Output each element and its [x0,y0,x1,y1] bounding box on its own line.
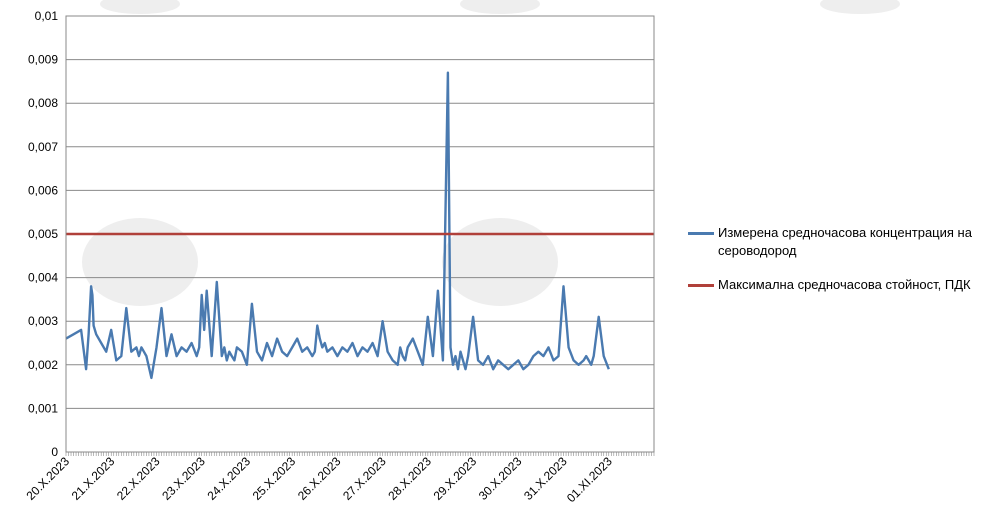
y-tick-label: 0,001 [28,401,58,415]
legend: Измерена средночасова концентрация на се… [688,224,988,310]
x-tick-label: 01.XI.2023 [564,454,615,505]
y-tick-label: 0,007 [28,140,58,154]
x-tick-label: 21.X.2023 [69,454,118,503]
y-tick-label: 0,01 [35,9,59,23]
y-axis: 0 0,001 0,002 0,003 0,004 0,005 0,006 0,007 0,00… [28,9,58,459]
y-tick-label: 0,008 [28,96,58,110]
x-tick-label: 23.X.2023 [159,454,208,503]
x-tick-label: 31.X.2023 [521,454,570,503]
x-tick-label: 30.X.2023 [476,454,525,503]
legend-swatch-measured [688,232,714,235]
x-tick-label: 26.X.2023 [295,454,344,503]
y-tick-label: 0,005 [28,227,58,241]
x-axis: 20.X.202321.X.202322.X.202323.X.202324.X… [24,452,655,505]
y-tick-label: 0 [51,445,58,459]
y-tick-label: 0,002 [28,358,58,372]
x-tick-label: 24.X.2023 [204,454,253,503]
x-tick-label: 25.X.2023 [250,454,299,503]
legend-swatch-limit [688,284,714,287]
y-tick-label: 0,003 [28,314,58,328]
x-tick-label: 20.X.2023 [24,454,73,503]
y-tick-label: 0,004 [28,271,58,285]
y-tick-label: 0,009 [28,53,58,67]
y-tick-label: 0,006 [28,183,58,197]
x-tick-label: 27.X.2023 [340,454,389,503]
legend-item-limit: Максимална средночасова стойност, ПДК [688,276,988,294]
x-tick-label: 29.X.2023 [431,454,480,503]
x-tick-label: 28.X.2023 [385,454,434,503]
x-tick-label: 22.X.2023 [114,454,163,503]
legend-label-limit: Максимална средночасова стойност, ПДК [718,277,971,292]
legend-item-measured: Измерена средночасова концентрация на се… [688,224,988,260]
legend-label-measured: Измерена средночасова концентрация на се… [718,225,972,258]
